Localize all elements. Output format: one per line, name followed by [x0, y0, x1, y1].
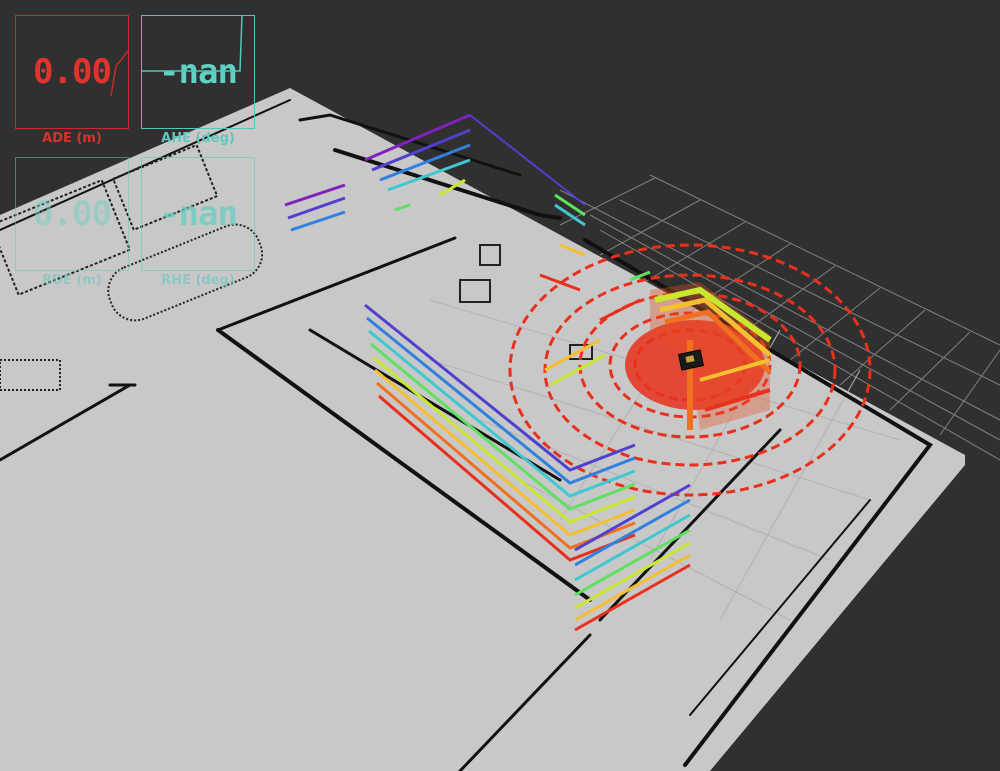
ade-metric-panel: 0.00: [15, 15, 129, 129]
ade-label: ADE (m): [42, 131, 102, 146]
rde-metric-panel: 0.00: [15, 157, 129, 271]
rhe-value: -nan: [159, 194, 238, 234]
ahe-trend-line: [142, 16, 243, 72]
rhe-metric-panel: -nan: [141, 157, 255, 271]
ade-trend-line: [110, 50, 128, 97]
ahe-label: AHE (deg): [161, 131, 235, 146]
ahe-metric-panel: -nan: [141, 15, 255, 129]
rhe-label: RHE (deg): [161, 273, 235, 288]
rde-value: 0.00: [33, 194, 112, 234]
rde-label: RDE (m): [42, 273, 102, 288]
